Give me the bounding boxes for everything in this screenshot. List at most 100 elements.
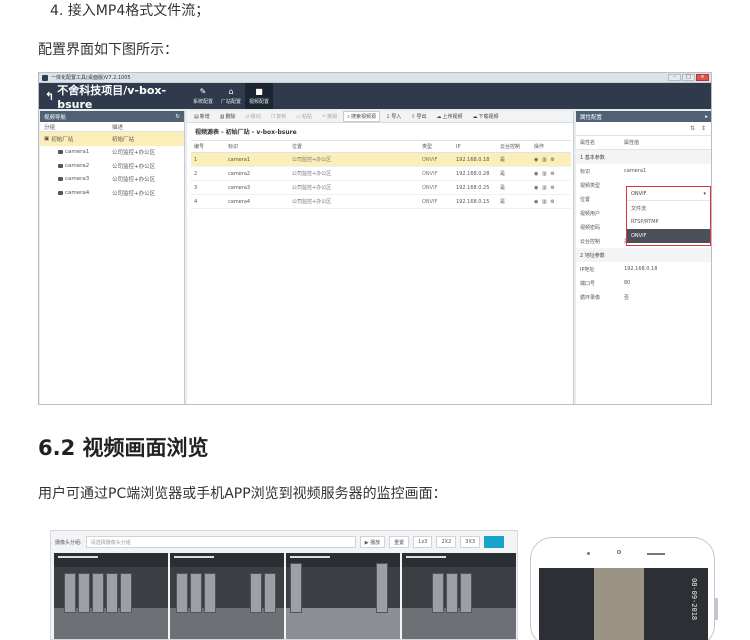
property-row[interactable]: 端口号 80: [576, 276, 711, 290]
property-column-headers: 属性名 属性值: [576, 136, 711, 150]
table-row[interactable]: 4 camera4 公司监控+办公区 ONVIF 192.168.0.15 是 …: [191, 194, 571, 209]
tab-system-config[interactable]: ✎ 系统配置: [189, 83, 217, 109]
camera-group-select[interactable]: 请选择摄像头分组: [85, 536, 356, 548]
close-button[interactable]: ×: [696, 74, 709, 81]
tree-item-camera[interactable]: camera3 公司监控+办公区: [40, 173, 184, 187]
tree-item-station[interactable]: ▣ 初始厂站 初始厂站: [40, 132, 184, 146]
video-feed[interactable]: [402, 553, 516, 639]
prop-value: 否: [624, 294, 630, 301]
col-type[interactable]: 类型: [419, 140, 453, 153]
property-row[interactable]: IP地址 192.168.0.18: [576, 262, 711, 276]
tree-item-desc: 公司监控+办公区: [112, 190, 156, 197]
dropdown-option[interactable]: ONVIF: [627, 229, 710, 243]
cell-no: 1: [191, 152, 225, 167]
view-icon[interactable]: ◉: [534, 185, 539, 191]
tab-station-config[interactable]: ⌂ 厂站配置: [217, 83, 245, 109]
sort-alpha-icon[interactable]: ↕: [701, 125, 706, 132]
cell-type: ONVIF: [419, 180, 453, 195]
property-group-address[interactable]: 2 地址参数: [576, 248, 711, 262]
tree-item-desc: 初始厂站: [112, 136, 135, 143]
video-feed[interactable]: [170, 553, 284, 639]
play-button[interactable]: ▶ 播放: [359, 536, 386, 548]
trash-icon[interactable]: ▥: [542, 157, 548, 163]
cell-ptz: 是: [497, 194, 531, 209]
gear-icon[interactable]: ⚙: [550, 157, 555, 163]
view-icon[interactable]: ◉: [534, 199, 539, 205]
col-ip[interactable]: IP: [453, 140, 497, 153]
maximize-button[interactable]: □: [682, 74, 695, 81]
layout-1x3-button[interactable]: 1x3: [413, 536, 433, 548]
sort-category-icon[interactable]: ⇅: [690, 125, 695, 132]
tree-item-camera[interactable]: camera2 公司监控+办公区: [40, 159, 184, 173]
property-row[interactable]: 循环录像 否: [576, 290, 711, 304]
paste-button[interactable]: ▭ 粘贴: [292, 111, 316, 122]
group-label: 2 地址参数: [580, 252, 605, 259]
layout-2x2-button[interactable]: 2X2: [436, 536, 457, 548]
dropdown-option[interactable]: RTSP/RTMP: [627, 215, 710, 229]
property-row[interactable]: 标识 camera1: [576, 164, 711, 178]
layout-reset-button[interactable]: 重置: [389, 536, 410, 548]
gear-icon[interactable]: ⚙: [550, 199, 555, 205]
dropdown-option[interactable]: 文件流: [627, 201, 710, 215]
upload-video-button[interactable]: ☁ 上传视频: [432, 111, 466, 122]
col-ptz[interactable]: 云台控制: [497, 140, 531, 153]
property-group-basic[interactable]: 1 基本参数: [576, 150, 711, 164]
undo-button[interactable]: ↶ 撤销: [318, 111, 341, 122]
table-row[interactable]: 2 camera2 公司监控+办公区 ONVIF 192.168.0.28 是 …: [191, 166, 571, 181]
new-button[interactable]: ▤ 新增: [190, 111, 214, 122]
phone-sensor: [617, 550, 621, 554]
prop-name: 视频用户: [580, 210, 601, 217]
video-feed[interactable]: [54, 553, 168, 639]
tree-item-camera[interactable]: camera1 公司监控+办公区: [40, 146, 184, 160]
export-button[interactable]: ⇧ 导出: [407, 111, 430, 122]
video-source-panel: ▤ 新增 ▥ 删除 ⇄ 移动 ❐ 复制 ▭ 粘贴 ↶ 撤销 ⌕ 搜索视频源 ⇩ 导入 ⇧ 导出 ☁…: [187, 111, 574, 404]
tab-video-config[interactable]: ■ 视频配置: [245, 83, 273, 109]
view-icon[interactable]: ◉: [534, 171, 539, 177]
dropdown-selected[interactable]: ONVIF ▾: [627, 187, 710, 201]
cell-type: ONVIF: [419, 194, 453, 209]
folder-icon: ▣: [44, 135, 50, 142]
import-button[interactable]: ⇩ 导入: [382, 111, 405, 122]
phone-speaker: [647, 553, 665, 555]
tab-label: 视频配置: [248, 98, 269, 105]
project-title-text: 不舍科技项目/v-box-bsure: [57, 83, 167, 111]
delete-button[interactable]: ▥ 删除: [216, 111, 240, 122]
tree-item-desc: 公司监控+办公区: [112, 150, 156, 157]
view-icon[interactable]: ◉: [534, 157, 539, 163]
list-item-4: 4. 接入MP4格式文件流；: [50, 3, 210, 19]
gear-icon[interactable]: ⚙: [550, 171, 555, 177]
back-arrow-icon[interactable]: ↰: [45, 90, 54, 103]
tree-item-camera[interactable]: camera4 公司监控+办公区: [40, 186, 184, 200]
cell-id: camera3: [225, 180, 289, 195]
col-no[interactable]: 编号: [191, 140, 225, 153]
refresh-icon[interactable]: ↻: [175, 114, 180, 120]
col-id[interactable]: 标识: [225, 140, 289, 153]
new-icon: ▤: [194, 113, 199, 120]
search-source-button[interactable]: ⌕ 搜索视频源: [343, 111, 381, 122]
cell-no: 2: [191, 166, 225, 181]
layout-3x3-button[interactable]: 3X3: [460, 536, 481, 548]
collapse-icon[interactable]: ▸: [705, 114, 708, 120]
video-type-dropdown[interactable]: ONVIF ▾ 文件流 RTSP/RTMP ONVIF: [626, 186, 711, 246]
trash-icon[interactable]: ▥: [542, 171, 548, 177]
download-video-button[interactable]: ☁ 下载视频: [468, 111, 502, 122]
gear-icon[interactable]: ⚙: [550, 185, 555, 191]
video-feed[interactable]: [286, 553, 400, 639]
table-row[interactable]: 1 camera1 公司监控+办公区 ONVIF 192.168.0.18 是 …: [191, 152, 571, 167]
trash-icon[interactable]: ▥: [542, 185, 548, 191]
minimize-button[interactable]: –: [668, 74, 681, 81]
copy-button[interactable]: ❐ 复制: [267, 111, 291, 122]
tree-column-headers: 分组 描述: [40, 122, 184, 132]
trash-icon[interactable]: ▥: [542, 199, 548, 205]
col-actions[interactable]: 操作: [531, 140, 571, 153]
col-position[interactable]: 位置: [289, 140, 419, 153]
layout-active-button[interactable]: [484, 536, 505, 548]
col-prop-value: 属性值: [624, 140, 640, 146]
video-toolbar: 摄像头分组: 请选择摄像头分组 ▶ 播放 重置 1x3 2X2 3X3: [51, 531, 517, 553]
tab-label: 系统配置: [192, 98, 213, 105]
move-button[interactable]: ⇄ 移动: [242, 111, 265, 122]
table-row[interactable]: 3 camera3 公司监控+办公区 ONVIF 192.168.0.25 是 …: [191, 180, 571, 195]
search-label: 搜索视频源: [351, 114, 377, 120]
tree-item-label: camera3: [65, 176, 90, 183]
phone-video-feed[interactable]: 08-09-2018: [539, 568, 708, 640]
